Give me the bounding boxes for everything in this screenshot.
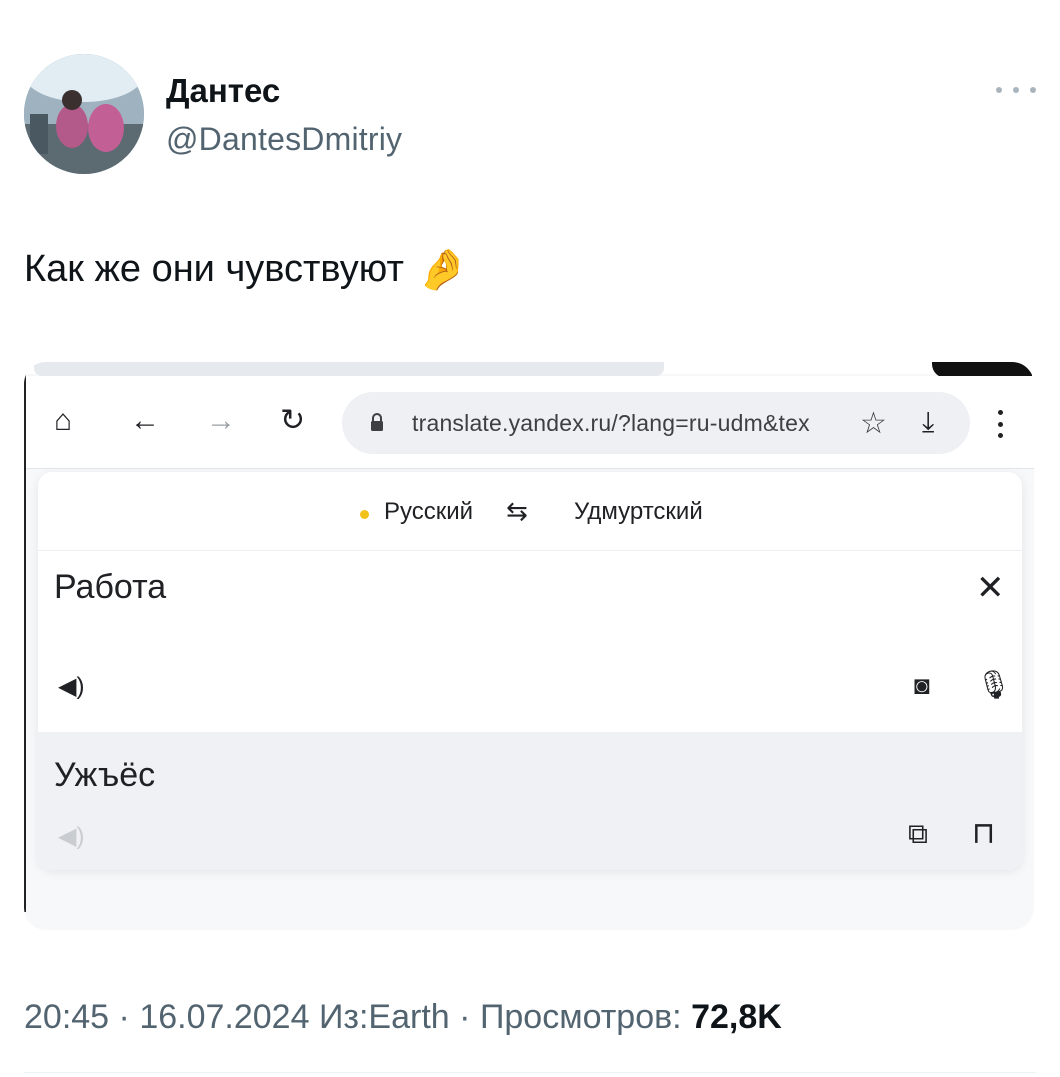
target-language[interactable]: Удмуртский	[574, 498, 703, 526]
tweet-date[interactable]: 16.07.2024	[139, 998, 309, 1036]
tweet-media-image[interactable]: ⌂ ← → ↻ translate.yandex.ru/?lang=ru-udm…	[24, 362, 1034, 930]
camera-icon[interactable]: ◙	[914, 670, 930, 701]
browser-toolbar: ⌂ ← → ↻ translate.yandex.ru/?lang=ru-udm…	[26, 376, 1034, 469]
forward-arrow-icon[interactable]: →	[206, 406, 236, 436]
home-icon[interactable]: ⌂	[54, 406, 72, 436]
tweet-metadata: 20:45 · 16.07.2024 Из:Earth · Просмотров…	[24, 998, 782, 1036]
divider	[24, 1072, 1036, 1073]
swap-languages-icon[interactable]: ⇆	[506, 496, 528, 527]
avatar[interactable]	[24, 54, 144, 174]
bookmark-icon[interactable]: ⊓	[972, 816, 995, 851]
reload-icon[interactable]: ↻	[280, 406, 305, 436]
avatar-image	[24, 54, 144, 174]
download-icon[interactable]: ⤓	[922, 406, 934, 439]
tweet-source: Из:Earth	[318, 998, 450, 1036]
back-arrow-icon[interactable]: ←	[130, 406, 160, 436]
user-handle[interactable]: @DantesDmitriy	[166, 121, 402, 158]
language-selector: Русский ⇆ Удмуртский	[38, 472, 1022, 551]
tweet-time[interactable]: 20:45	[24, 998, 109, 1036]
tweet-text: Как же они чувствуют 🤌	[24, 246, 468, 293]
bookmark-star-icon[interactable]: ☆	[860, 406, 887, 441]
translation-result: Ужъёс ◀) ⧉ ⊓	[38, 732, 1022, 870]
cropped-status-bar	[34, 362, 664, 376]
translator-card: Русский ⇆ Удмуртский Работа ✕ ◀) ◙ 🎙 Ужъ…	[38, 472, 1022, 870]
speaker-disabled-icon: ◀)	[58, 823, 85, 850]
source-language[interactable]: Русский	[384, 498, 473, 526]
copy-icon[interactable]: ⧉	[908, 818, 928, 851]
more-options-icon[interactable]	[996, 80, 1036, 100]
speaker-icon[interactable]: ◀)	[58, 672, 84, 701]
pinched-fingers-emoji: 🤌	[417, 248, 468, 292]
source-text-input[interactable]: Работа	[54, 568, 166, 607]
microphone-icon[interactable]: 🎙	[976, 668, 1012, 701]
url-text[interactable]: translate.yandex.ru/?lang=ru-udm&tex	[412, 410, 810, 437]
lock-icon	[371, 413, 383, 431]
views-count[interactable]: 72,8K	[691, 998, 782, 1036]
tweet-body: Как же они чувствуют	[24, 248, 404, 290]
translation-text: Ужъёс	[54, 756, 156, 794]
browser-menu-icon[interactable]	[998, 410, 1004, 438]
address-bar[interactable]: translate.yandex.ru/?lang=ru-udm&tex ☆ ⤓	[342, 392, 970, 454]
source-language-dot	[360, 510, 369, 519]
display-name[interactable]: Дантес	[166, 72, 280, 110]
views-label: Просмотров:	[479, 998, 682, 1036]
close-icon[interactable]: ✕	[976, 568, 1005, 608]
